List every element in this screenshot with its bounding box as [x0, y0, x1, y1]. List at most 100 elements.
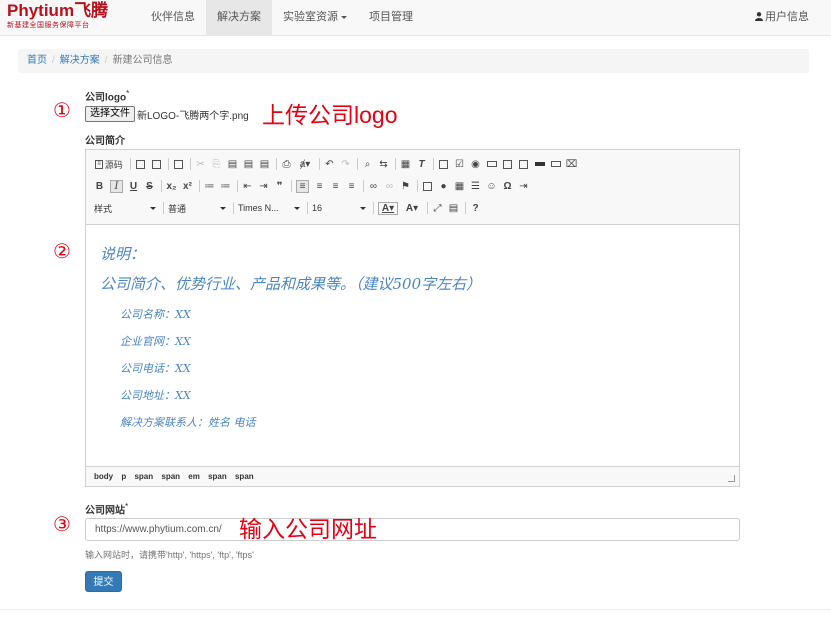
flash-icon[interactable]: ● — [438, 181, 449, 192]
path-item[interactable]: em — [188, 472, 200, 481]
toolbar-separator — [291, 180, 292, 192]
style-combo-value: 样式 — [94, 203, 113, 214]
smiley-icon[interactable]: ☺ — [486, 181, 497, 192]
align-center-icon[interactable]: ≡ — [314, 181, 325, 192]
new-page-icon[interactable] — [135, 159, 146, 170]
choose-file-button[interactable]: 选择文件 — [85, 106, 135, 122]
copy-icon[interactable]: ⎘ — [211, 159, 222, 170]
rich-text-editor: ≡ 源码 ✂ ⎘ ▤ ▤ ▤ ⎙ ⱥ▾ ↶ ↷ ⌕ ⇆ ▦ T ☑ ◉ ⌧ B … — [85, 149, 740, 487]
nav-item-partner-info[interactable]: 伙伴信息 — [140, 0, 206, 35]
image-button-icon[interactable] — [550, 159, 561, 170]
font-combo[interactable]: Times N... — [238, 200, 300, 216]
replace-icon[interactable]: ⇆ — [378, 159, 389, 170]
chevron-down-icon — [294, 206, 300, 210]
selected-file-name: 新LOGO-飞腾两个字.png — [137, 111, 249, 122]
cut-icon[interactable]: ✂ — [195, 159, 206, 170]
main-nav: 伙伴信息 解决方案 实验室资源 项目管理 — [140, 0, 424, 35]
chevron-down-icon — [150, 206, 156, 210]
align-left-icon[interactable]: ≡ — [296, 179, 309, 193]
required-mark: * — [125, 501, 129, 511]
textarea-icon[interactable] — [502, 159, 513, 170]
align-right-icon[interactable]: ≡ — [330, 181, 341, 192]
toolbar-separator — [363, 180, 364, 192]
maximize-icon[interactable]: ⤢ — [432, 203, 443, 214]
remove-format-icon[interactable]: T — [416, 159, 427, 170]
breadcrumb-solutions-link[interactable]: 解决方案 — [60, 55, 100, 66]
bold-icon[interactable]: B — [94, 181, 105, 192]
element-path-bar: body p span span em span span — [86, 466, 739, 486]
logo-field-label: 公司logo* — [85, 88, 129, 103]
toolbar-separator — [233, 202, 234, 214]
path-item[interactable]: span — [235, 472, 254, 481]
bulleted-list-icon[interactable]: ≔ — [220, 181, 231, 192]
toolbar-separator — [163, 202, 164, 214]
background-color-icon[interactable]: A▾ — [403, 203, 421, 214]
hidden-field-icon[interactable]: ⌧ — [566, 159, 578, 170]
special-char-icon[interactable]: Ω — [502, 181, 513, 192]
select-field-icon[interactable] — [518, 159, 529, 170]
checkbox-icon[interactable]: ☑ — [454, 159, 465, 170]
resize-handle[interactable] — [728, 475, 735, 482]
brand-logo[interactable]: Phytium飞腾 新基建全国服务保障平台 — [7, 2, 108, 30]
user-menu[interactable]: 用户信息 — [755, 0, 809, 35]
link-icon[interactable]: ∞ — [368, 181, 379, 192]
path-item[interactable]: body — [94, 472, 113, 481]
textfield-icon[interactable] — [486, 159, 497, 170]
toolbar-separator — [276, 158, 277, 170]
toolbar-separator — [161, 180, 162, 192]
preview-icon[interactable] — [151, 159, 162, 170]
path-item[interactable]: span — [161, 472, 180, 481]
outdent-icon[interactable]: ⇤ — [242, 181, 253, 192]
website-input[interactable]: https://www.phytium.com.cn/ — [85, 518, 740, 541]
path-item[interactable]: p — [121, 472, 126, 481]
italic-icon[interactable]: I — [110, 179, 123, 193]
spellcheck-icon[interactable]: ⱥ▾ — [297, 159, 313, 170]
nav-item-lab-resources[interactable]: 实验室资源 — [272, 0, 358, 35]
strikethrough-icon[interactable]: S — [144, 181, 155, 192]
button-field-icon[interactable] — [534, 159, 545, 170]
superscript-icon[interactable]: x² — [182, 181, 193, 192]
format-combo[interactable]: 普通 — [168, 200, 226, 216]
subscript-icon[interactable]: x₂ — [166, 181, 177, 192]
redo-icon[interactable]: ↷ — [340, 159, 351, 170]
content-heading: 说明： — [100, 245, 146, 263]
horizontal-rule-icon[interactable]: ☰ — [470, 181, 481, 192]
align-justify-icon[interactable]: ≡ — [346, 181, 357, 192]
paste-text-icon[interactable]: ▤ — [243, 159, 254, 170]
unlink-icon[interactable]: ∞ — [384, 181, 395, 192]
path-item[interactable]: span — [208, 472, 227, 481]
style-combo[interactable]: 样式 — [94, 200, 156, 216]
undo-icon[interactable]: ↶ — [324, 159, 335, 170]
blockquote-icon[interactable]: ❞ — [274, 181, 285, 192]
table-icon[interactable]: ▦ — [454, 181, 465, 192]
toolbar-row-1: ≡ 源码 ✂ ⎘ ▤ ▤ ▤ ⎙ ⱥ▾ ↶ ↷ ⌕ ⇆ ▦ T ☑ ◉ ⌧ — [94, 155, 582, 173]
breadcrumb-current: 新建公司信息 — [112, 55, 173, 66]
path-item[interactable]: span — [134, 472, 153, 481]
submit-button[interactable]: 提交 — [85, 571, 122, 592]
print-icon[interactable]: ⎙ — [281, 159, 292, 170]
font-size-combo[interactable]: 16 — [312, 200, 366, 216]
form-icon[interactable] — [438, 159, 449, 170]
numbered-list-icon[interactable]: ≔ — [204, 181, 215, 192]
paste-word-icon[interactable]: ▤ — [259, 159, 270, 170]
help-icon[interactable]: ? — [470, 203, 481, 214]
show-blocks-icon[interactable]: ▤ — [448, 203, 459, 214]
nav-item-solutions[interactable]: 解决方案 — [206, 0, 272, 35]
font-size-combo-value: 16 — [312, 203, 323, 213]
breadcrumb-home-link[interactable]: 首页 — [27, 55, 47, 66]
editor-content-area[interactable]: 说明： 公司简介、优势行业、产品和成果等。（建议500字左右） 公司名称：XX … — [86, 225, 739, 465]
select-all-icon[interactable]: ▦ — [400, 159, 411, 170]
anchor-icon[interactable]: ⚑ — [400, 181, 411, 192]
find-icon[interactable]: ⌕ — [362, 159, 373, 170]
nav-item-project-management[interactable]: 项目管理 — [358, 0, 424, 35]
image-icon[interactable] — [422, 181, 433, 192]
indent-icon[interactable]: ⇥ — [258, 181, 269, 192]
text-color-icon[interactable]: A▾ — [378, 201, 398, 215]
source-button[interactable]: ≡ 源码 — [94, 159, 124, 170]
underline-icon[interactable]: U — [128, 181, 139, 192]
page-break-icon[interactable]: ⇥ — [518, 181, 529, 192]
templates-icon[interactable] — [173, 159, 184, 170]
radio-icon[interactable]: ◉ — [470, 159, 481, 170]
paste-icon[interactable]: ▤ — [227, 159, 238, 170]
top-navbar: Phytium飞腾 新基建全国服务保障平台 伙伴信息 解决方案 实验室资源 项目… — [0, 0, 831, 36]
